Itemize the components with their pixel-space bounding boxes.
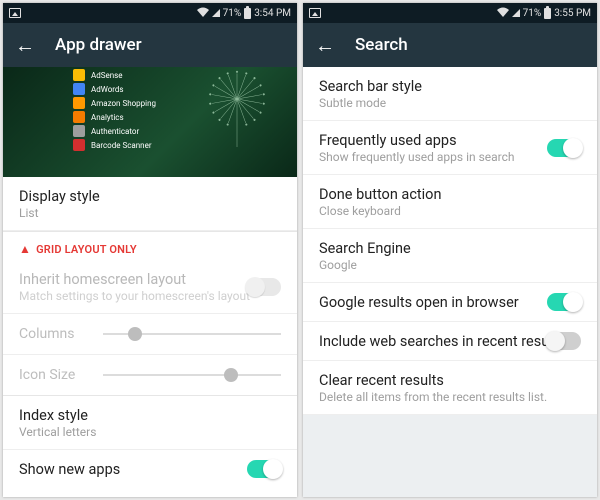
phone-left: 71% 3:54 PM ← App drawer AdSenseAdWordsA…: [3, 3, 297, 497]
back-icon[interactable]: ←: [15, 35, 35, 55]
toggle-open-in-browser[interactable]: [547, 293, 581, 311]
preview-app-list: AdSense AdWords Amazon Shopping Analytics Au…: [73, 67, 156, 177]
app-icon: [73, 83, 85, 95]
toggle-inherit: [247, 278, 281, 296]
app-icon: [73, 139, 85, 151]
row-clear-recent[interactable]: Clear recent results Delete all items fr…: [303, 361, 597, 415]
iconsize-slider: [103, 374, 281, 376]
clock: 3:54 PM: [254, 8, 291, 19]
action-bar: ← Search: [303, 23, 597, 67]
slider-label: Icon Size: [19, 367, 91, 383]
preview-app-item: AdWords: [73, 83, 156, 95]
row-display-style[interactable]: Display style List: [3, 177, 297, 231]
row-label: Frequently used apps: [319, 132, 581, 149]
row-columns: Columns: [3, 314, 297, 355]
row-label: Clear recent results: [319, 372, 581, 389]
page-title: Search: [355, 35, 408, 55]
app-label: Analytics: [91, 113, 124, 122]
row-label: Done button action: [319, 186, 581, 203]
row-icon-size: Icon Size: [3, 355, 297, 395]
row-sub: Delete all items from the recent results…: [319, 390, 581, 404]
preview-app-item: Amazon Shopping: [73, 97, 156, 109]
toggle-frequently-used[interactable]: [547, 139, 581, 157]
signal-icon: [512, 9, 520, 17]
preview-app-item: Barcode Scanner: [73, 139, 156, 151]
drawer-preview: AdSense AdWords Amazon Shopping Analytics Au…: [3, 67, 297, 177]
index-section: Index style Vertical letters Show new ap…: [3, 395, 297, 488]
picture-icon: [309, 8, 321, 18]
preview-app-item: Authenticator: [73, 125, 156, 137]
row-label: Inherit homescreen layout: [19, 271, 281, 288]
row-sub: Match settings to your homescreen's layo…: [19, 289, 281, 303]
row-include-web[interactable]: Include web searches in recent results: [303, 322, 597, 361]
row-inherit-layout: Inherit homescreen layout Match settings…: [3, 260, 297, 314]
app-label: AdSense: [91, 71, 123, 80]
row-sub: Google: [319, 258, 581, 272]
row-value: Vertical letters: [19, 425, 281, 439]
app-label: Amazon Shopping: [91, 99, 156, 108]
status-bar: 71% 3:55 PM: [303, 3, 597, 23]
columns-slider: [103, 333, 281, 335]
picture-icon: [9, 8, 21, 18]
wifi-icon: [197, 7, 209, 20]
slider-thumb: [224, 368, 238, 382]
battery-icon: [544, 8, 551, 19]
back-icon[interactable]: ←: [315, 35, 335, 55]
grid-warning: ▲ GRID LAYOUT ONLY: [3, 232, 297, 260]
row-label: Display style: [19, 188, 281, 205]
preview-app-item: Analytics: [73, 111, 156, 123]
row-show-new-apps[interactable]: Show new apps: [3, 450, 297, 488]
app-label: Authenticator: [91, 127, 139, 136]
row-search-engine[interactable]: Search Engine Google: [303, 229, 597, 283]
warning-icon: ▲: [19, 242, 31, 256]
wifi-icon: [497, 7, 509, 20]
row-label: Search bar style: [319, 78, 581, 95]
app-icon: [73, 111, 85, 123]
action-bar: ← App drawer: [3, 23, 297, 67]
battery-percent: 71%: [223, 8, 242, 19]
row-frequently-used[interactable]: Frequently used apps Show frequently use…: [303, 121, 597, 175]
phone-right: 71% 3:55 PM ← Search Search bar style Su…: [303, 3, 597, 497]
empty-area: [303, 415, 597, 497]
row-label: Show new apps: [19, 461, 281, 478]
clock: 3:55 PM: [554, 8, 591, 19]
row-sub: Subtle mode: [319, 96, 581, 110]
row-open-in-browser[interactable]: Google results open in browser: [303, 283, 597, 322]
row-index-style[interactable]: Index style Vertical letters: [3, 396, 297, 450]
app-label: AdWords: [91, 85, 124, 94]
preview-app-item: AdSense: [73, 69, 156, 81]
page-title: App drawer: [55, 35, 142, 55]
warning-text: GRID LAYOUT ONLY: [36, 243, 137, 256]
row-label: Index style: [19, 407, 281, 424]
grid-section: ▲ GRID LAYOUT ONLY Inherit homescreen la…: [3, 231, 297, 395]
app-label: Barcode Scanner: [91, 141, 152, 150]
status-bar: 71% 3:54 PM: [3, 3, 297, 23]
battery-percent: 71%: [523, 8, 542, 19]
row-value: List: [19, 206, 281, 220]
app-icon: [73, 125, 85, 137]
wallpaper-dandelion: [197, 67, 277, 147]
app-icon: [73, 69, 85, 81]
toggle-include-web[interactable]: [547, 332, 581, 350]
signal-icon: [212, 9, 220, 17]
row-search-bar-style[interactable]: Search bar style Subtle mode: [303, 67, 597, 121]
app-icon: [73, 97, 85, 109]
row-sub: Close keyboard: [319, 204, 581, 218]
toggle-show-new[interactable]: [247, 460, 281, 478]
row-label: Google results open in browser: [319, 294, 581, 311]
row-done-action[interactable]: Done button action Close keyboard: [303, 175, 597, 229]
slider-label: Columns: [19, 326, 91, 342]
battery-icon: [244, 8, 251, 19]
row-label: Include web searches in recent results: [319, 333, 581, 350]
slider-thumb: [128, 327, 142, 341]
row-label: Search Engine: [319, 240, 581, 257]
row-sub: Show frequently used apps in search: [319, 150, 581, 164]
